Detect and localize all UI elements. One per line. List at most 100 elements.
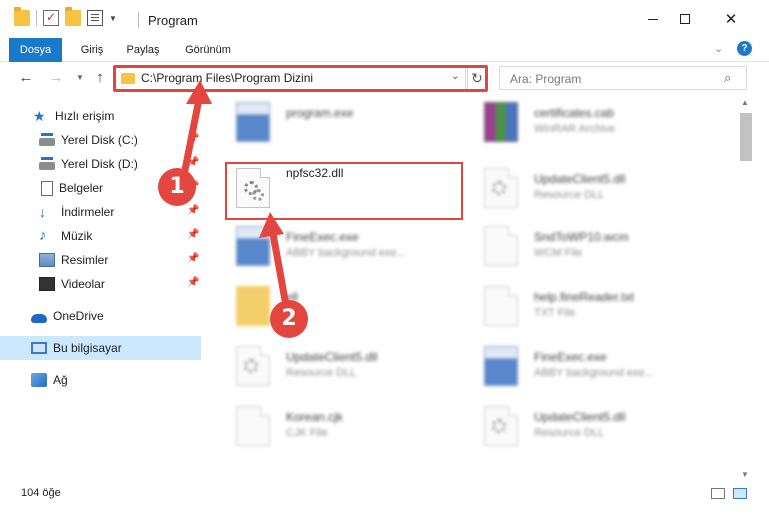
exe-icon (484, 346, 518, 386)
pin-icon[interactable]: 📌 (187, 205, 199, 216)
cloud-icon (31, 313, 47, 323)
sidebar-item-this-pc[interactable]: Bu bilgisayar (0, 336, 201, 360)
maximize-icon (680, 14, 690, 24)
step-2-badge: 2 (270, 300, 308, 338)
sidebar-item-music[interactable]: ♪ Müzik 📌 (0, 224, 201, 248)
pin-icon[interactable]: 📌 (187, 133, 199, 144)
file-type: WinRAR Archive (534, 123, 616, 135)
title-divider (138, 12, 139, 28)
sidebar-item-label: Belgeler (59, 181, 104, 195)
scroll-down-icon[interactable]: ▼ (741, 470, 749, 479)
folder-icon[interactable] (14, 7, 30, 26)
folder-icon (236, 286, 270, 326)
pin-icon[interactable]: 📌 (187, 229, 199, 240)
file-item[interactable]: ell (228, 280, 478, 334)
tab-home[interactable]: Giriş (72, 38, 112, 62)
video-icon (39, 277, 55, 291)
close-button[interactable]: ✕ (708, 0, 754, 38)
drive-icon (39, 133, 55, 146)
file-name: FineExec.exe (286, 230, 359, 244)
up-arrow-icon[interactable]: ↑ (90, 68, 110, 88)
file-type: ABBY background exe... (534, 367, 654, 379)
recent-locations-icon[interactable]: ▼ (70, 68, 90, 88)
tiles-view-icon[interactable] (733, 488, 747, 499)
star-icon: ★ (33, 108, 46, 124)
toolbar-divider (36, 10, 37, 26)
file-type: ABBY background exe... (286, 247, 406, 259)
sidebar-item-label: OneDrive (53, 309, 104, 323)
properties-icon[interactable] (43, 10, 59, 26)
pictures-icon (39, 253, 55, 267)
title-bar: ▼ Program ✕ (0, 0, 769, 38)
sidebar-item-network[interactable]: Ağ (0, 368, 201, 392)
file-name: UpdateClient5.dll (534, 172, 626, 186)
folder-icon (121, 73, 135, 84)
computer-icon (31, 342, 47, 354)
address-bar[interactable]: C:\Program Files\Program Dizini ⌄ (114, 66, 466, 90)
file-item[interactable]: UpdateClient5.dll Resource DLL (228, 340, 478, 394)
ribbon-tabs: Dosya Giriş Paylaş Görünüm ⌄ ? (0, 38, 769, 62)
sidebar-item-pictures[interactable]: Resimler 📌 (0, 248, 201, 272)
refresh-button[interactable]: ↻ (467, 66, 487, 90)
exe-icon (236, 226, 270, 266)
chevron-down-icon[interactable]: ⌄ (714, 42, 723, 55)
file-type: WCM File (534, 247, 583, 259)
sidebar-item-label: Videolar (61, 277, 105, 291)
tab-file[interactable]: Dosya (9, 38, 62, 62)
tab-view[interactable]: Görünüm (177, 38, 239, 62)
minimize-icon (648, 18, 658, 20)
file-type: Resource DLL (534, 189, 605, 201)
scroll-thumb[interactable] (740, 113, 752, 161)
file-item[interactable]: Korean.cjk CJK File (228, 400, 478, 454)
sidebar-item-videos[interactable]: Videolar 📌 (0, 272, 201, 296)
sidebar-item-quick-access[interactable]: ★ Hızlı erişim (0, 104, 201, 128)
sidebar-item-label: Hızlı erişim (55, 109, 115, 123)
tab-share[interactable]: Paylaş (120, 38, 166, 62)
maximize-button[interactable] (662, 0, 708, 38)
file-item[interactable]: help.fineReader.txt TXT File (476, 280, 726, 334)
search-input[interactable]: Ara: Program (510, 72, 581, 86)
drive-icon (39, 157, 55, 170)
chevron-down-icon[interactable]: ⌄ (451, 71, 459, 82)
file-name: Korean.cjk (286, 410, 343, 424)
search-box[interactable]: Ara: Program ⌕ (499, 66, 747, 90)
pin-icon[interactable]: 📌 (187, 157, 199, 168)
file-item[interactable]: FineExec.exe ABBY background exe... (228, 220, 478, 274)
file-type: CJK File (286, 427, 328, 439)
view-options-icon[interactable] (87, 10, 103, 26)
file-name: UpdateClient5.dll (534, 410, 626, 424)
help-icon[interactable]: ? (737, 41, 752, 56)
forward-arrow-icon[interactable]: → (46, 68, 66, 88)
navigation-bar: ← → ▼ ↑ C:\Program Files\Program Dizini … (0, 62, 769, 94)
file-item[interactable]: FineExec.exe ABBY background exe... (476, 340, 726, 394)
chevron-down-icon[interactable]: ▼ (109, 14, 117, 23)
file-list: program.exe certificates.cab WinRAR Arch… (208, 96, 738, 480)
archive-icon (484, 102, 518, 142)
sidebar-item-label: Ağ (53, 373, 68, 387)
music-icon: ♪ (39, 227, 47, 244)
search-icon[interactable]: ⌕ (724, 70, 731, 86)
file-icon (484, 286, 518, 326)
file-icon (236, 406, 270, 446)
new-folder-icon[interactable] (65, 7, 81, 26)
sidebar-item-label: Bu bilgisayar (53, 341, 122, 355)
file-item[interactable]: certificates.cab WinRAR Archive (476, 96, 726, 150)
address-path[interactable]: C:\Program Files\Program Dizini (141, 71, 313, 85)
sidebar-item-onedrive[interactable]: OneDrive (0, 304, 201, 328)
back-arrow-icon[interactable]: ← (16, 68, 36, 88)
file-item[interactable]: UpdateClient5.dll Resource DLL (476, 400, 726, 454)
exe-icon (236, 102, 270, 142)
pin-icon[interactable]: 📌 (187, 277, 199, 288)
gear-icon (492, 181, 506, 195)
pin-icon[interactable]: 📌 (187, 253, 199, 264)
vertical-scrollbar[interactable]: ▲ ▼ (738, 96, 754, 486)
scroll-up-icon[interactable]: ▲ (741, 98, 749, 107)
file-item[interactable]: UpdateClient5.dll Resource DLL (476, 162, 726, 216)
dll-gear-icon (236, 346, 270, 386)
file-item[interactable]: SndToWP10.wcm WCM File (476, 220, 726, 274)
sidebar-item-local-disk-c[interactable]: Yerel Disk (C:) 📌 (0, 128, 201, 152)
details-view-icon[interactable] (711, 488, 725, 499)
file-item[interactable]: program.exe (228, 96, 478, 150)
sidebar-item-label: Yerel Disk (D:) (61, 157, 138, 171)
sidebar-item-label: Resimler (61, 253, 109, 267)
